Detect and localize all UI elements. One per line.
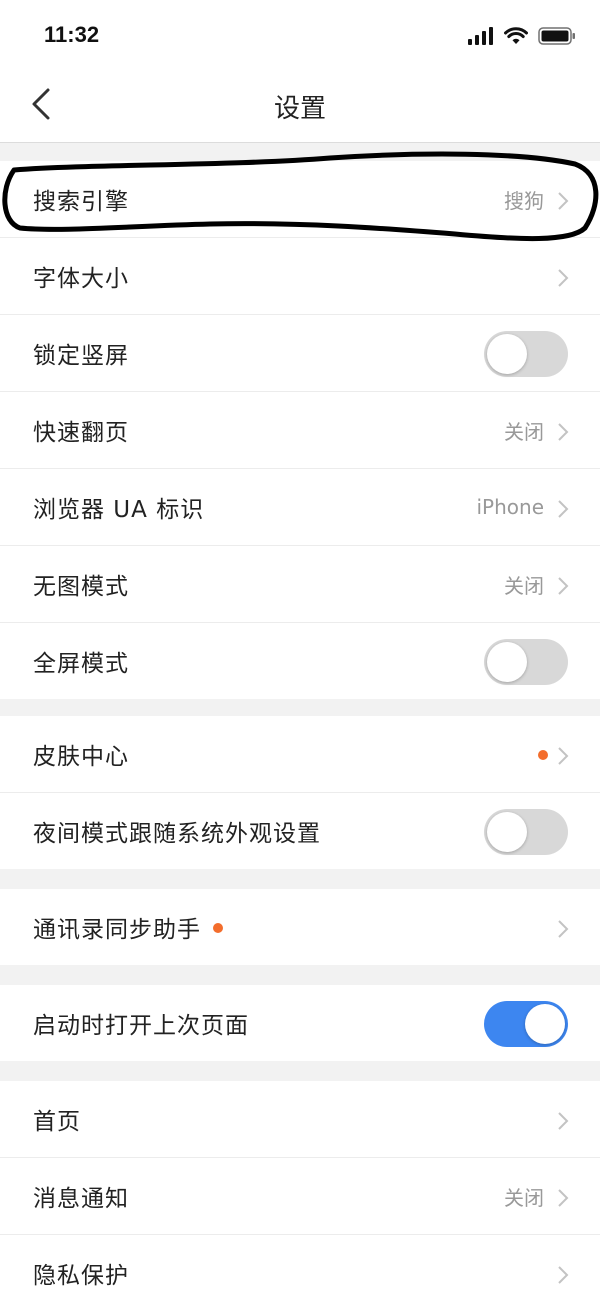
open-last-page-toggle[interactable] — [484, 1001, 568, 1047]
navigation-bar: 设置 — [0, 70, 600, 143]
settings-group-other: 首页 消息通知 关闭 隐私保护 — [0, 1081, 600, 1311]
setting-label: 快速翻页 — [33, 420, 129, 446]
setting-value: 关闭 — [504, 1185, 544, 1210]
settings-group-contacts: 通讯录同步助手 — [0, 889, 600, 965]
notification-dot — [213, 922, 223, 933]
toggle-knob — [487, 812, 527, 852]
chevron-right-icon — [558, 920, 569, 938]
setting-label: 锁定竖屏 — [33, 343, 129, 369]
chevron-right-icon — [558, 1266, 569, 1284]
setting-label: 搜索引擎 — [33, 189, 129, 215]
status-time: 11:32 — [44, 22, 100, 47]
chevron-right-icon — [558, 192, 569, 210]
page-title: 设置 — [273, 94, 326, 124]
toggle-knob — [487, 334, 527, 374]
setting-skin-center[interactable]: 皮肤中心 — [0, 716, 600, 793]
setting-fast-page-turn[interactable]: 快速翻页 关闭 — [0, 392, 600, 469]
toggle-knob — [525, 1004, 565, 1044]
toggle-knob — [487, 642, 527, 682]
setting-label: 浏览器 UA 标识 — [33, 497, 205, 523]
setting-lock-portrait: 锁定竖屏 — [0, 315, 600, 392]
setting-browser-ua[interactable]: 浏览器 UA 标识 iPhone — [0, 469, 600, 546]
chevron-right-icon — [558, 423, 569, 441]
setting-value: 关闭 — [504, 573, 544, 598]
setting-contacts-sync[interactable]: 通讯录同步助手 — [0, 889, 600, 965]
setting-homepage[interactable]: 首页 — [0, 1081, 600, 1158]
setting-label: 全屏模式 — [33, 651, 129, 677]
setting-label: 字体大小 — [33, 266, 129, 292]
setting-value: iPhone — [476, 495, 544, 519]
setting-night-mode-follow-system: 夜间模式跟随系统外观设置 — [0, 793, 600, 869]
night-mode-toggle[interactable] — [484, 809, 568, 855]
settings-group-startup: 启动时打开上次页面 — [0, 985, 600, 1061]
setting-message-notification[interactable]: 消息通知 关闭 — [0, 1158, 600, 1235]
status-bar: 11:32 — [0, 0, 600, 70]
fullscreen-mode-toggle[interactable] — [484, 639, 568, 685]
chevron-right-icon — [558, 269, 569, 287]
setting-label: 消息通知 — [33, 1186, 129, 1212]
setting-font-size[interactable]: 字体大小 — [0, 238, 600, 315]
setting-label: 启动时打开上次页面 — [33, 1013, 249, 1039]
setting-label: 无图模式 — [33, 574, 129, 600]
chevron-right-icon — [558, 747, 569, 765]
lock-portrait-toggle[interactable] — [484, 331, 568, 377]
status-icons — [468, 24, 576, 48]
setting-privacy-protection[interactable]: 隐私保护 — [0, 1235, 600, 1311]
setting-value: 关闭 — [504, 419, 544, 444]
chevron-right-icon — [558, 1112, 569, 1130]
chevron-right-icon — [558, 1189, 569, 1207]
setting-label-with-badge: 通讯录同步助手 — [33, 910, 223, 944]
setting-no-image-mode[interactable]: 无图模式 关闭 — [0, 546, 600, 623]
setting-fullscreen-mode: 全屏模式 — [0, 623, 600, 699]
settings-group-appearance: 皮肤中心 夜间模式跟随系统外观设置 — [0, 716, 600, 869]
setting-label: 首页 — [33, 1109, 81, 1135]
setting-label: 隐私保护 — [33, 1263, 129, 1289]
wifi-icon — [504, 27, 528, 44]
chevron-right-icon — [558, 577, 569, 595]
chevron-right-icon — [558, 500, 569, 518]
setting-search-engine[interactable]: 搜索引擎 搜狗 — [0, 161, 600, 238]
setting-label: 皮肤中心 — [33, 744, 129, 770]
setting-label: 通讯录同步助手 — [33, 917, 201, 943]
battery-icon — [538, 27, 575, 45]
setting-value: 搜狗 — [504, 188, 544, 213]
settings-group-general: 搜索引擎 搜狗 字体大小 锁定竖屏 快速翻页 关闭 浏览器 UA 标识 iPho… — [0, 161, 600, 699]
notification-dot — [538, 750, 548, 760]
setting-label: 夜间模式跟随系统外观设置 — [33, 821, 321, 847]
cellular-signal-icon — [468, 27, 493, 45]
setting-open-last-page: 启动时打开上次页面 — [0, 985, 600, 1061]
